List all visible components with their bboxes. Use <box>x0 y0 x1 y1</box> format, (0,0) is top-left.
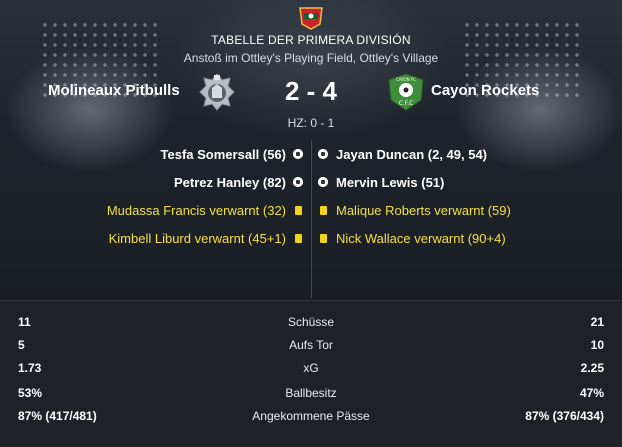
stat-label: xG <box>303 361 319 375</box>
stat-label: Aufs Tor <box>289 338 333 352</box>
match-stats-panel: 11 Schüsse 21 5 Aufs Tor 10 1.73 xG 2.25… <box>0 300 622 447</box>
league-title: TABELLE DER PRIMERA DIVISIÓN <box>211 33 411 47</box>
league-crest-icon <box>299 7 323 30</box>
yellow-card-icon <box>320 206 327 215</box>
stat-row: 87% (417/481) Angekommene Pässe 87% (376… <box>0 409 622 431</box>
away-team-badge-icon[interactable]: C.F.C CAYON FC <box>385 72 427 112</box>
home-event-goal[interactable]: Petrez Hanley (82) <box>174 175 286 190</box>
home-event-card[interactable]: Kimbell Liburd verwarnt (45+1) <box>109 231 286 246</box>
goal-ball-icon <box>293 177 303 187</box>
goal-ball-icon <box>318 177 328 187</box>
stat-away-value: 2.25 <box>580 361 604 375</box>
home-event-goal[interactable]: Tesfa Somersall (56) <box>161 147 286 162</box>
stat-row: 5 Aufs Tor 10 <box>0 338 622 360</box>
away-event-goal[interactable]: Mervin Lewis (51) <box>336 175 444 190</box>
stat-away-value: 87% (376/434) <box>525 409 604 423</box>
goal-ball-icon <box>293 149 303 159</box>
stat-row: 1.73 xG 2.25 <box>0 361 622 383</box>
away-event-card[interactable]: Malique Roberts verwarnt (59) <box>336 203 511 218</box>
away-badge-initials: C.F.C <box>399 100 414 107</box>
stat-row: 53% Ballbesitz 47% <box>0 386 622 408</box>
away-badge-text: CAYON FC <box>396 77 416 82</box>
away-event-card[interactable]: Nick Wallace verwarnt (90+4) <box>336 231 506 246</box>
home-event-card[interactable]: Mudassa Francis verwarnt (32) <box>107 203 286 218</box>
yellow-card-icon <box>320 234 327 243</box>
stat-away-value: 21 <box>590 315 604 329</box>
away-event-goal[interactable]: Jayan Duncan (2, 49, 54) <box>336 147 487 162</box>
events-divider <box>311 140 312 298</box>
goal-ball-icon <box>318 149 328 159</box>
away-team-name[interactable]: Cayon Rockets <box>431 82 539 99</box>
match-header: TABELLE DER PRIMERA DIVISIÓN Anstoß im O… <box>0 0 622 300</box>
stat-away-value: 10 <box>590 338 604 352</box>
stat-row: 11 Schüsse 21 <box>0 315 622 337</box>
venue-text: Anstoß im Ottley's Playing Field, Ottley… <box>183 51 439 65</box>
halftime-score: HZ: 0 - 1 <box>287 116 335 130</box>
stat-away-value: 47% <box>579 386 604 400</box>
stat-label: Ballbesitz <box>285 386 337 400</box>
yellow-card-icon <box>295 234 302 243</box>
stat-label: Schüsse <box>287 315 335 329</box>
yellow-card-icon <box>295 206 302 215</box>
